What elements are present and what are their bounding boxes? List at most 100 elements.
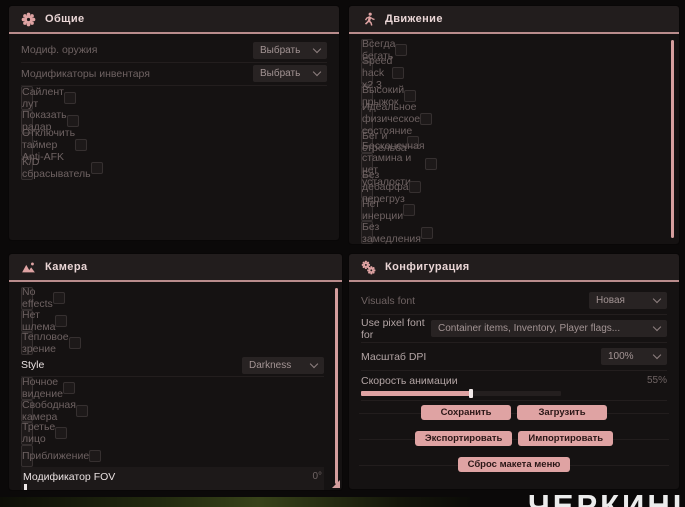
checkbox[interactable]	[75, 404, 88, 417]
scrollbar[interactable]	[335, 288, 338, 484]
row-label: Тепловое зрение	[22, 331, 69, 356]
slider-handle[interactable]	[469, 389, 473, 398]
checkbox[interactable]	[90, 162, 103, 175]
checkbox[interactable]	[420, 226, 433, 239]
checkbox[interactable]	[75, 138, 88, 151]
row-camera-2: Тепловое зрение	[21, 331, 81, 355]
row-general-1: Модификаторы инвентаря Выбрать	[21, 63, 327, 86]
row-label: Скорость анимации	[361, 374, 458, 387]
checkbox[interactable]	[55, 314, 68, 327]
row-config-2: Масштаб DPI 100%	[361, 343, 667, 371]
panel-title: Конфигурация	[385, 261, 470, 273]
checkbox[interactable]	[62, 382, 75, 395]
checkbox[interactable]	[63, 91, 76, 104]
panel-movement: Движение Всегда бегать Speed hack x2.3 Высо…	[348, 5, 680, 245]
panel-header-config[interactable]: Конфигурация	[349, 254, 679, 280]
panel-config: Конфигурация Visuals font Новая Use pixel f…	[348, 253, 680, 490]
row-camera-3: Style Darkness	[21, 355, 324, 377]
row-config-3: Скорость анимации 55%	[361, 371, 667, 401]
panel-general: Общие Модиф. оружия Выбрать Модификаторы ин…	[8, 5, 340, 241]
image-icon	[21, 260, 36, 275]
dropdown[interactable]: 100%	[601, 348, 667, 365]
row-label: Нет шлема	[22, 308, 56, 333]
background-location-text: ЧЕРКИНЦЕ	[528, 488, 685, 507]
row-label: Модиф. оружия	[21, 44, 98, 57]
chevron-down-icon	[652, 322, 662, 332]
row-label: Style	[21, 359, 45, 372]
row-movement-8: Без замедления	[361, 221, 433, 244]
dropdown[interactable]: Выбрать	[253, 65, 327, 83]
button-3-0-0[interactable]: Сохранить	[421, 405, 511, 420]
row-general-5: K/D сбрасыватель	[21, 156, 103, 180]
screen: ЧЕРКИНЦЕ ОбщиеМодиф. оружияВыбратьМодифи…	[0, 0, 685, 507]
panel-body: Всегда бегать Speed hack x2.3 Высокий прыж…	[349, 34, 679, 244]
slider-fill	[361, 391, 471, 396]
game-background-strip	[0, 497, 470, 507]
panel-title: Общие	[45, 13, 85, 25]
checkbox[interactable]	[392, 67, 405, 80]
row-camera-1: Нет шлема	[21, 309, 68, 333]
button-3-2-0[interactable]: Сброс макета меню	[457, 457, 571, 472]
dropdown[interactable]: Container items, Inventory, Player flags…	[431, 320, 667, 337]
dropdown-value: Darkness	[249, 359, 292, 371]
checkbox[interactable]	[55, 427, 68, 440]
panel-header-camera[interactable]: Камера	[9, 254, 342, 280]
checkbox[interactable]	[52, 292, 65, 305]
dropdown[interactable]: Выбрать	[253, 41, 327, 59]
checkbox[interactable]	[89, 449, 102, 462]
runner-icon	[361, 12, 376, 27]
row-label: Свободная камера	[22, 398, 76, 423]
button-3-1-0[interactable]: Экспортировать	[414, 431, 513, 446]
row-label: Модификаторы инвентаря	[21, 67, 150, 80]
row-label: No effects	[22, 286, 53, 311]
row-label: Сайлент лут	[22, 85, 64, 110]
dropdown-value: Выбрать	[260, 44, 301, 56]
dropdown[interactable]: Darkness	[242, 356, 324, 374]
panel-camera: Камера No effects Нет шлема Тепловое зрение…	[8, 253, 343, 491]
checkbox[interactable]	[424, 158, 437, 171]
checkbox[interactable]	[66, 115, 79, 128]
row-label: Visuals font	[361, 294, 416, 307]
checkbox[interactable]	[420, 112, 433, 125]
row-label: Ночное видение	[22, 376, 63, 401]
row-camera-8: Модификатор FOV 0°	[21, 467, 324, 490]
gear-icon	[21, 12, 36, 27]
checkbox[interactable]	[68, 337, 81, 350]
panel-body: Visuals font Новая Use pixel font for Conta…	[349, 282, 679, 472]
drag-header: Модификатор FOV 0°	[23, 470, 322, 483]
chevron-down-icon	[312, 44, 322, 53]
row-label: K/D сбрасыватель	[22, 156, 91, 181]
dropdown-value: Новая	[596, 295, 625, 306]
animation-speed-slider[interactable]	[361, 389, 561, 398]
chevron-down-icon	[309, 359, 319, 368]
panel-header-movement[interactable]: Движение	[349, 6, 679, 32]
panel-header-general[interactable]: Общие	[9, 6, 339, 32]
checkbox[interactable]	[395, 44, 408, 57]
chevron-down-icon	[652, 294, 662, 304]
checkbox[interactable]	[403, 203, 416, 216]
row-label: Use pixel font for	[361, 316, 425, 341]
row-config-0: Visuals font Новая	[361, 287, 667, 315]
scrollbar[interactable]	[671, 40, 674, 238]
row-movement-3: Идеальное физическое состояние	[361, 101, 433, 137]
slider-value: 55%	[646, 375, 667, 386]
row-label: Третье лицо	[22, 421, 56, 446]
row-movement-1: Speed hack x2.3	[361, 55, 405, 91]
panel-body: Модиф. оружия Выбрать Модификаторы инвента…	[9, 34, 339, 180]
button-3-0-1[interactable]: Загрузить	[517, 405, 607, 420]
chevron-down-icon	[652, 350, 662, 360]
button-3-1-1[interactable]: Импортировать	[518, 431, 614, 446]
row-config-1: Use pixel font for Container items, Inven…	[361, 315, 667, 343]
dropdown-value: Выбрать	[260, 68, 301, 80]
row-label: Нет инерции	[362, 197, 404, 222]
resize-grip-icon[interactable]	[332, 480, 340, 488]
row-label: Модификатор FOV	[23, 470, 116, 483]
dropdown[interactable]: Новая	[589, 292, 667, 309]
config-buttons: Сохранить Загрузить Экспортировать Импортир…	[359, 401, 669, 472]
row-camera-5: Свободная камера	[21, 399, 88, 423]
drag-slider-handle[interactable]	[24, 484, 27, 490]
panel-title: Движение	[385, 13, 443, 25]
row-movement-6: Без дебаффа перегруз	[361, 169, 421, 205]
checkbox[interactable]	[408, 181, 421, 194]
slider-header: Скорость анимации 55%	[361, 373, 667, 388]
